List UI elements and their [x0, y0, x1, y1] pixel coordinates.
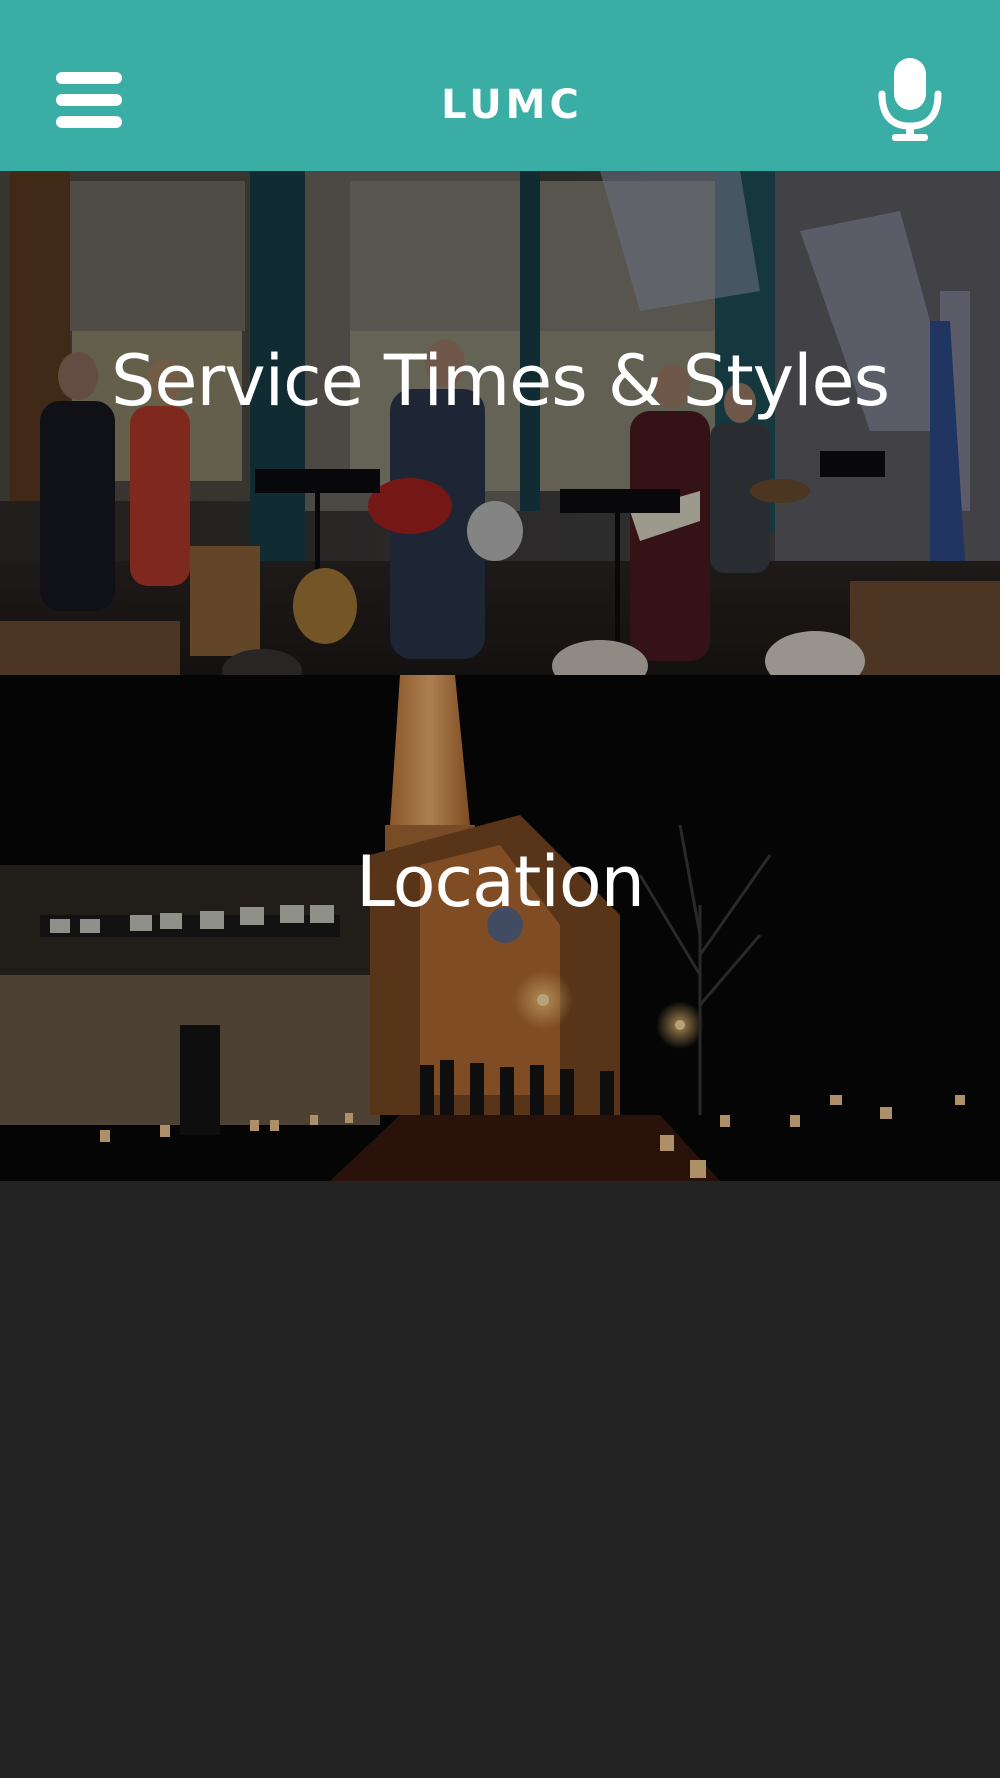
- location-tile[interactable]: Location: [0, 675, 1000, 1181]
- service-times-label: Service Times & Styles: [110, 340, 890, 422]
- location-label: Location: [355, 841, 645, 923]
- image-overlay: [0, 675, 1000, 1181]
- service-times-tile[interactable]: Service Times & Styles: [0, 171, 1000, 677]
- app-header: LUMC: [0, 0, 1000, 171]
- app-screen: LUMC Service Times & Styles Location: [0, 0, 1000, 1778]
- microphone-icon[interactable]: [870, 54, 950, 144]
- app-title: LUMC: [441, 82, 583, 128]
